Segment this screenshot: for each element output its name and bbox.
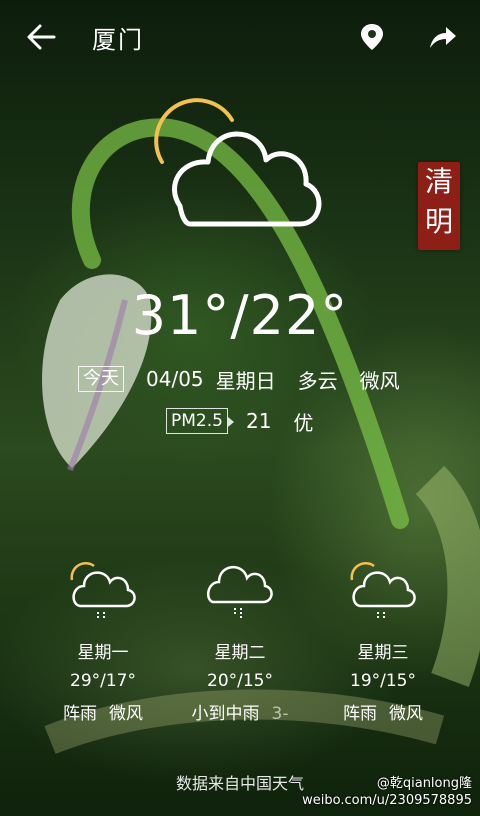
forecast-weather: 小到中雨 xyxy=(191,704,260,724)
current-temperature: 31°/22° xyxy=(131,284,349,347)
cloud-rain-icon xyxy=(206,566,273,618)
solar-term-char-2: 明 xyxy=(424,205,453,238)
pm25-badge: PM2.5 xyxy=(166,408,234,434)
forecast-wind: 微风 xyxy=(389,704,423,724)
air-quality-level: 优 xyxy=(293,410,314,435)
today-badge: 今天 xyxy=(78,366,124,392)
forecast-weather: 阵雨 xyxy=(343,704,377,724)
city-name[interactable]: 厦门 xyxy=(92,20,144,55)
sun-cloud-rain-icon xyxy=(350,562,416,620)
share-icon[interactable] xyxy=(426,22,458,52)
forecast-condition: 阵雨 微风 xyxy=(28,699,178,724)
forecast-temp: 19°/15° xyxy=(350,671,416,691)
forecast-wind: 微风 xyxy=(109,704,143,724)
forecast-day-1[interactable]: 星期一 29°/17° 阵雨 微风 xyxy=(28,558,178,724)
sun-cloud-rain-icon xyxy=(70,562,136,620)
forecast-condition: 小到中雨 3- xyxy=(165,699,315,724)
watermark-handle: @乾qianlong隆 xyxy=(376,776,472,791)
forecast-day-name: 星期一 xyxy=(77,643,129,663)
forecast-weather: 阵雨 xyxy=(63,704,97,724)
location-pin-icon[interactable] xyxy=(358,22,386,52)
solar-term-char-1: 清 xyxy=(424,165,453,198)
air-quality: PM2.5 21 优 xyxy=(166,406,313,436)
forecast-temp: 29°/17° xyxy=(70,671,136,691)
forecast-day-3[interactable]: 星期三 19°/15° 阵雨 微风 xyxy=(308,558,458,724)
back-arrow-icon[interactable] xyxy=(24,20,60,54)
current-date: 04/05 xyxy=(146,367,204,391)
forecast-day-2[interactable]: 星期二 20°/15° 小到中雨 3- xyxy=(165,558,315,724)
forecast-condition: 阵雨 微风 xyxy=(308,699,458,724)
app-header: 厦门 xyxy=(0,0,480,72)
pm25-value: 21 xyxy=(245,409,272,433)
forecast-day-name: 星期二 xyxy=(214,643,266,663)
solar-term-seal: 清 明 xyxy=(418,162,460,250)
today-summary: 今天 04/05 星期日 多云 微风 xyxy=(78,364,400,394)
current-wind: 微风 xyxy=(359,368,400,393)
forecast-temp: 20°/15° xyxy=(207,671,273,691)
forecast-day-name: 星期三 xyxy=(357,643,409,663)
current-condition: 多云 xyxy=(297,368,338,393)
watermark-url: weibo.com/u/2309578895 xyxy=(302,793,472,808)
partly-cloudy-icon xyxy=(154,98,322,227)
current-weekday: 星期日 xyxy=(215,368,276,393)
forecast-strip: 星期一 29°/17° 阵雨 微风 星期二 20°/15° 小到中雨 3- 星期三 … xyxy=(0,558,480,728)
forecast-wind: 3- xyxy=(271,704,289,724)
